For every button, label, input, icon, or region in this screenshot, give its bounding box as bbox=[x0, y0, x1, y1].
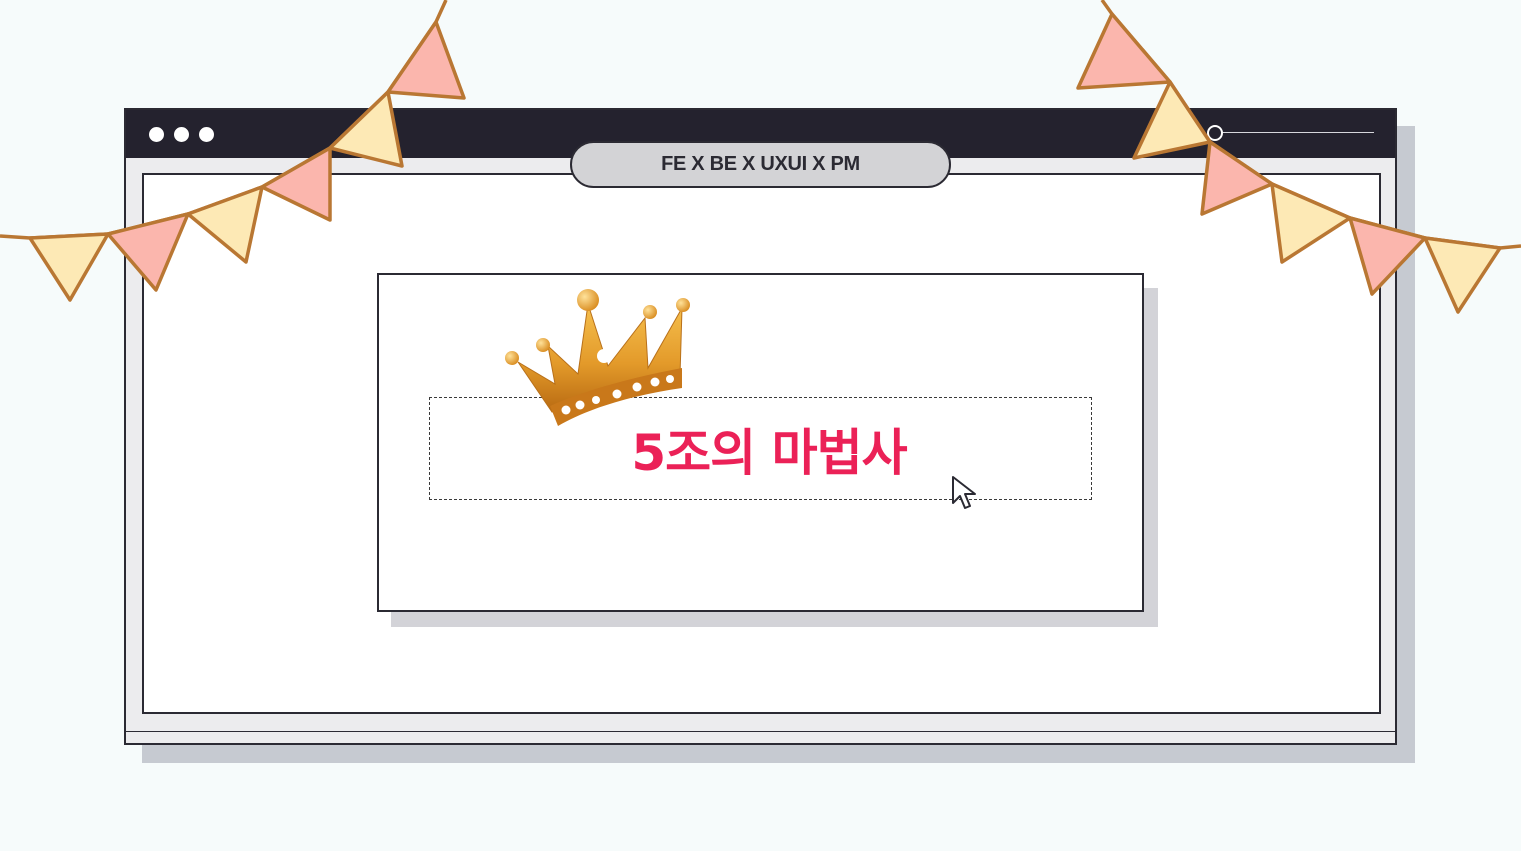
window-tab[interactable]: FE X BE X UXUI X PM bbox=[570, 141, 951, 188]
party-bunting-right bbox=[1076, 0, 1521, 314]
party-bunting-left bbox=[0, 0, 466, 302]
mouse-cursor-icon bbox=[952, 476, 976, 509]
window-bottom-divider bbox=[126, 731, 1395, 732]
page-title[interactable]: 5조의 마법사 bbox=[429, 397, 1109, 500]
